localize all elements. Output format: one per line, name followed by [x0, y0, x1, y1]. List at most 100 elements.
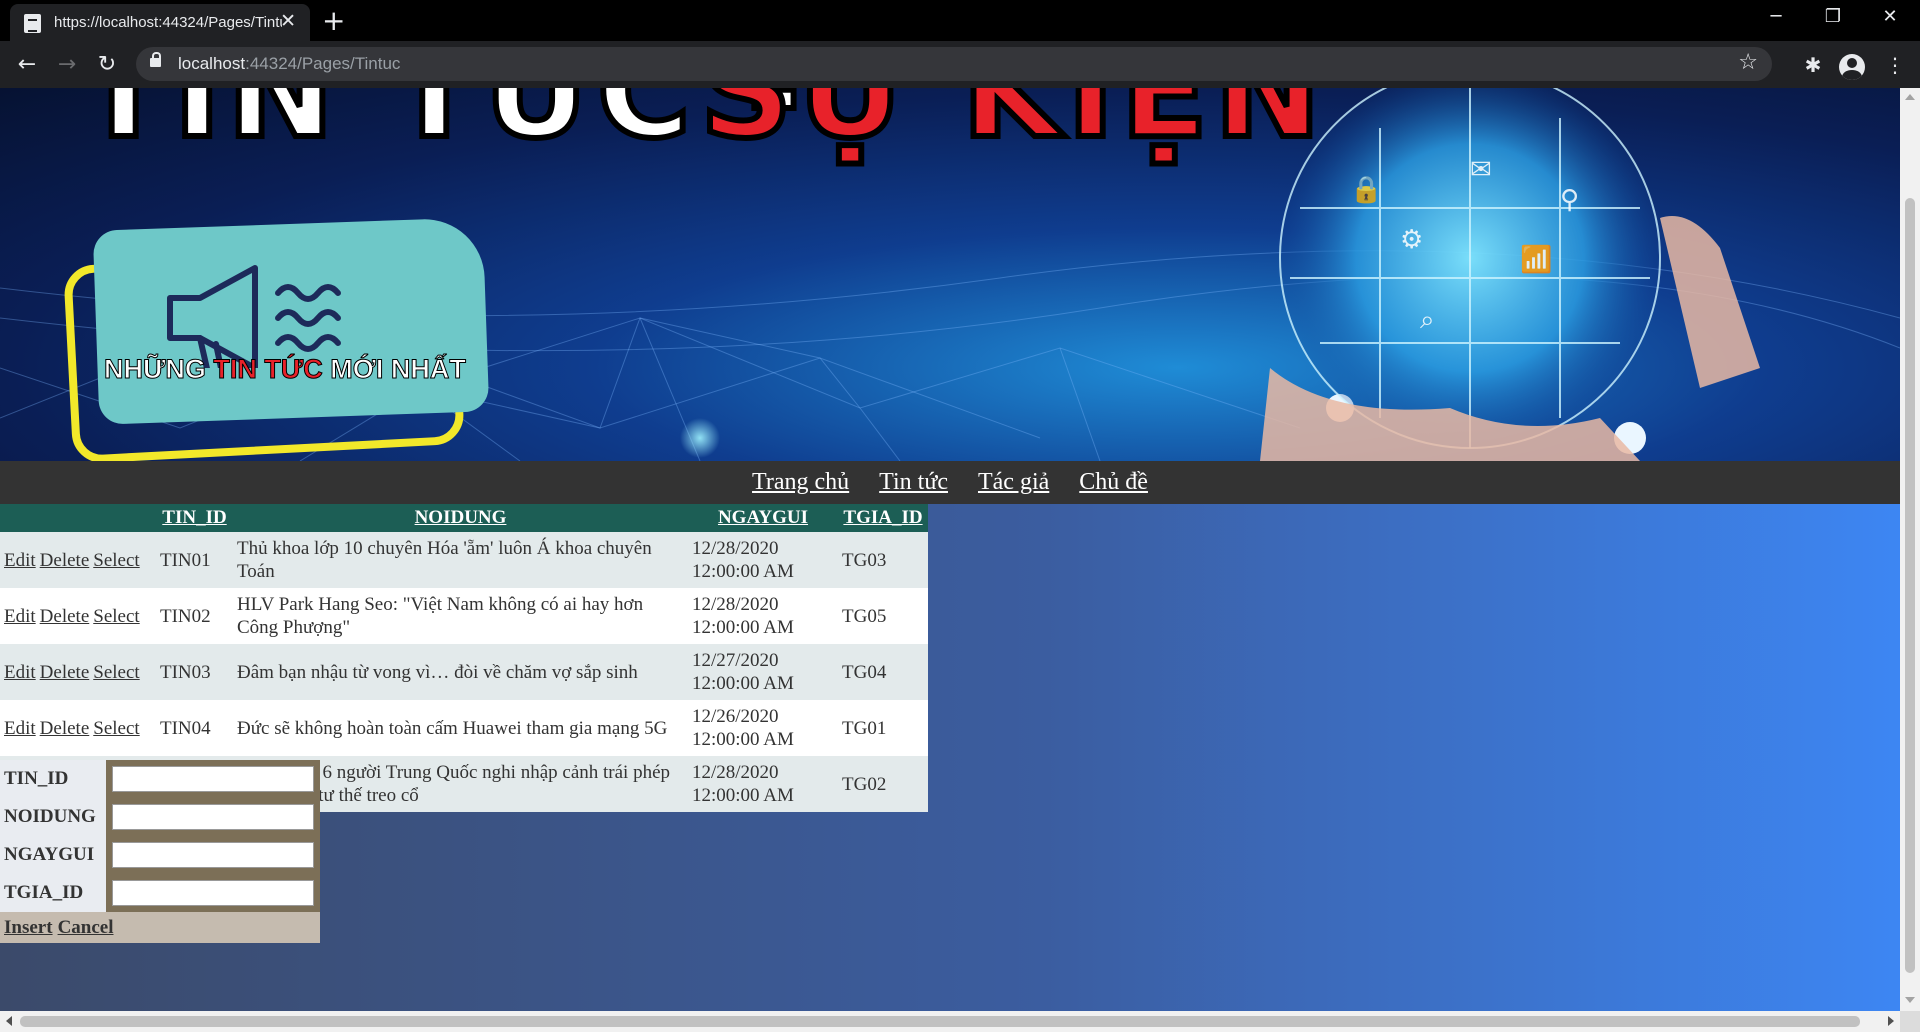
nav-link-tac-gia[interactable]: Tác giả	[978, 461, 1049, 504]
menu-icon[interactable]: ⋮	[1880, 50, 1910, 80]
page-viewport: 🔒 ✉ ⚙ 📶 ⌕ ⚲ TIN TỨC - SỰ KIỆN NHỮNG TIN TỨC …	[0, 88, 1900, 1011]
browser-tab-strip: https://localhost:44324/Pages/Tintuc ✕ +…	[0, 0, 1920, 41]
header-banner: 🔒 ✉ ⚙ 📶 ⌕ ⚲ TIN TỨC - SỰ KIỆN NHỮNG TIN TỨC …	[0, 88, 1900, 461]
vertical-scrollbar[interactable]	[1900, 88, 1920, 1011]
field-label-tgia-id: TGIA_ID	[0, 874, 106, 912]
details-row: TIN_ID	[0, 760, 320, 798]
cell-tin-id: TIN02	[156, 588, 233, 644]
cell-tgia-id: TG05	[838, 588, 928, 644]
address-url[interactable]: localhost:44324/Pages/Tintuc	[178, 54, 400, 74]
scroll-down-icon[interactable]	[1905, 997, 1915, 1003]
noidung-input[interactable]	[112, 804, 314, 830]
cell-noidung: Đức sẽ không hoàn toàn cấm Huawei tham g…	[233, 700, 688, 756]
svg-text:⌕: ⌕	[1420, 305, 1435, 335]
row-commands: EditDeleteSelect	[0, 532, 156, 588]
sort-link-tgia-id[interactable]: TGIA_ID	[843, 507, 922, 528]
nav-link-chu-de[interactable]: Chủ đề	[1079, 461, 1148, 504]
delete-link[interactable]: Delete	[40, 606, 90, 627]
horizontal-scrollbar[interactable]	[0, 1011, 1900, 1032]
svg-text:⚙: ⚙	[1400, 225, 1423, 255]
select-link[interactable]: Select	[93, 718, 139, 739]
edit-link[interactable]: Edit	[4, 606, 36, 627]
restore-icon[interactable]: ❐	[1805, 4, 1861, 30]
grid-header-tin-id: TIN_ID	[156, 504, 233, 532]
scroll-up-icon[interactable]	[1905, 94, 1915, 100]
scroll-left-icon[interactable]	[6, 1016, 12, 1026]
insert-detailsview: TIN_ID NOIDUNG NGAYGUI TGIA_ID Insert Can…	[0, 760, 320, 943]
delete-link[interactable]: Delete	[40, 662, 90, 683]
details-footer-row: Insert Cancel	[0, 912, 320, 943]
delete-link[interactable]: Delete	[40, 718, 90, 739]
vertical-scroll-thumb[interactable]	[1905, 198, 1915, 973]
sort-link-noidung[interactable]: NOIDUNG	[415, 507, 507, 528]
tgia-id-input[interactable]	[112, 880, 314, 906]
nav-link-tin-tuc[interactable]: Tin tức	[879, 461, 948, 504]
cell-ngaygui: 12/26/2020 12:00:00 AM	[688, 700, 838, 756]
cell-tgia-id: TG01	[838, 700, 928, 756]
select-link[interactable]: Select	[93, 606, 139, 627]
cell-tgia-id: TG04	[838, 644, 928, 700]
profile-icon[interactable]	[1839, 54, 1865, 80]
lock-icon[interactable]	[150, 52, 161, 67]
cell-tin-id: TIN01	[156, 532, 233, 588]
cell-tin-id: TIN04	[156, 700, 233, 756]
cell-ngaygui: 12/28/2020 12:00:00 AM	[688, 756, 838, 812]
browser-toolbar: ← → ↻ localhost:44324/Pages/Tintuc ☆ ✱ ⋮	[0, 41, 1920, 88]
details-row: NOIDUNG	[0, 798, 320, 836]
nav-link-trang-chu[interactable]: Trang chủ	[752, 461, 849, 504]
delete-link[interactable]: Delete	[40, 550, 90, 571]
forward-icon[interactable]: →	[52, 50, 82, 80]
edit-link[interactable]: Edit	[4, 718, 36, 739]
back-icon[interactable]: ←	[12, 50, 42, 80]
edit-link[interactable]: Edit	[4, 550, 36, 571]
cell-ngaygui: 12/28/2020 12:00:00 AM	[688, 532, 838, 588]
insert-link[interactable]: Insert	[4, 917, 53, 938]
details-row: TGIA_ID	[0, 874, 320, 912]
svg-text:🔒: 🔒	[1350, 175, 1382, 205]
table-row: Edit Delete Select TIN03 Đâm bạn nhậu từ v…	[0, 644, 928, 700]
cell-tgia-id: TG02	[838, 756, 928, 812]
svg-text:✉: ✉	[1470, 155, 1492, 185]
cell-noidung: Đâm bạn nhậu từ vong vì… đòi về chăm vợ …	[233, 644, 688, 700]
svg-text:⚲: ⚲	[1560, 185, 1579, 215]
star-icon[interactable]: ☆	[1738, 50, 1758, 75]
cell-tin-id: TIN03	[156, 644, 233, 700]
table-row: Edit Delete Select TIN04 Đức sẽ không hoàn…	[0, 700, 928, 756]
row-commands: EditDeleteSelect	[0, 700, 156, 756]
table-row: Edit Delete Select TIN01 Thủ khoa lớp 10 c…	[0, 532, 928, 588]
tab-close-icon[interactable]: ✕	[280, 12, 296, 31]
page-favicon-icon	[24, 14, 41, 33]
extensions-icon[interactable]: ✱	[1798, 50, 1828, 80]
address-bar[interactable]: localhost:44324/Pages/Tintuc ☆	[136, 47, 1772, 81]
badge-text: NHỮNG TIN TỨC MỚI NHẤT	[103, 354, 466, 385]
horizontal-scroll-thumb[interactable]	[20, 1016, 1860, 1027]
scroll-right-icon[interactable]	[1888, 1016, 1894, 1026]
details-row: NGAYGUI	[0, 836, 320, 874]
cell-noidung: HLV Park Hang Seo: "Việt Nam không có ai…	[233, 588, 688, 644]
edit-link[interactable]: Edit	[4, 662, 36, 683]
select-link[interactable]: Select	[93, 662, 139, 683]
grid-header-commands	[0, 504, 156, 532]
banner-title-white: TIN TỨC -	[77, 88, 807, 170]
select-link[interactable]: Select	[93, 550, 139, 571]
banner-title-red: SỰ KIỆN	[697, 88, 1328, 170]
row-commands: EditDeleteSelect	[0, 588, 156, 644]
ngaygui-input[interactable]	[112, 842, 314, 868]
minimize-icon[interactable]: ─	[1748, 4, 1804, 30]
scrollbar-corner	[1900, 1011, 1920, 1032]
table-row: Edit Delete Select TIN02 HLV Park Hang Seo…	[0, 588, 928, 644]
reload-icon[interactable]: ↻	[92, 50, 122, 80]
sort-link-tin-id[interactable]: TIN_ID	[162, 507, 226, 528]
tab-title: https://localhost:44324/Pages/Tintuc	[54, 14, 282, 31]
tin-id-input[interactable]	[112, 766, 314, 792]
browser-tab[interactable]: https://localhost:44324/Pages/Tintuc ✕	[10, 4, 310, 41]
grid-header-tgia-id: TGIA_ID	[838, 504, 928, 532]
sort-link-ngaygui[interactable]: NGAYGUI	[718, 507, 808, 528]
field-label-ngaygui: NGAYGUI	[0, 836, 106, 874]
row-commands: EditDeleteSelect	[0, 644, 156, 700]
close-icon[interactable]: ✕	[1862, 4, 1918, 30]
cancel-link[interactable]: Cancel	[58, 917, 114, 938]
new-tab-icon[interactable]: +	[322, 4, 345, 38]
main-nav: Trang chủ Tin tức Tác giả Chủ đề	[0, 461, 1900, 504]
cell-ngaygui: 12/27/2020 12:00:00 AM	[688, 644, 838, 700]
